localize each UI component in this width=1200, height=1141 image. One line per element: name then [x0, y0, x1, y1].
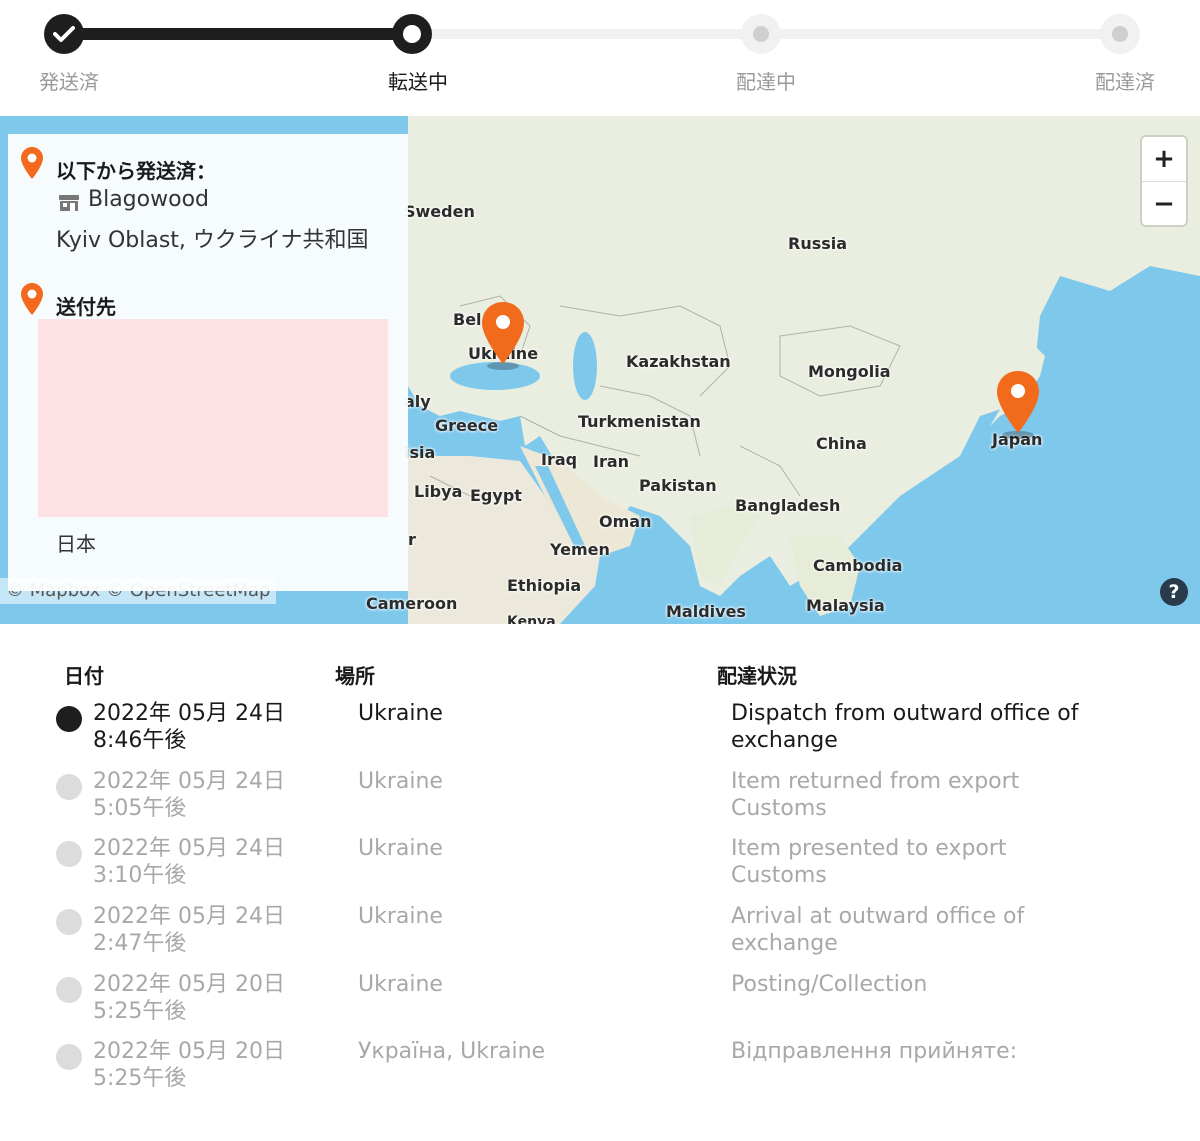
progress-track-fill: [64, 28, 412, 40]
timeline-dot: [56, 1044, 82, 1070]
timeline-dot: [56, 977, 82, 1003]
destination-location-pin-icon[interactable]: [995, 369, 1041, 439]
ship-from-heading: 以下から発送済：: [56, 159, 216, 183]
column-header-place: 場所: [335, 664, 375, 688]
step-label-in-transit: 転送中: [388, 70, 448, 94]
map-label-ethiopia: Ethiopia: [507, 576, 582, 595]
map-label-russia: Russia: [788, 234, 848, 253]
step-label-shipped: 発送済: [39, 70, 99, 94]
tracking-status: Відправлення прийняте:: [731, 1039, 1018, 1064]
step-delivered-dot: [1100, 14, 1140, 54]
timeline-dot: [56, 909, 82, 935]
step-in-transit-dot: [392, 14, 432, 54]
ship-to-heading: 送付先: [56, 295, 116, 319]
tracking-datetime: 2022年 05月 20日 5:25午後: [93, 972, 285, 1024]
map-label-china: China: [816, 434, 867, 453]
map-label-mongolia: Mongolia: [808, 362, 891, 381]
tracking-datetime: 2022年 05月 24日 3:10午後: [93, 836, 285, 888]
map-label-iraq: Iraq: [541, 450, 578, 469]
map-label-italy: aly: [404, 392, 431, 411]
zoom-out-button[interactable]: −: [1142, 181, 1186, 225]
map-label-turkmenistan: Turkmenistan: [578, 412, 701, 431]
tracking-place: Ukraine: [358, 836, 443, 861]
shipment-progress-stepper: 発送済 転送中 配達中 配達済: [0, 0, 1200, 116]
map-label-kenya: Kenya: [507, 614, 556, 624]
recipient-country: 日本: [56, 532, 96, 556]
map-label-kazakhstan: Kazakhstan: [626, 352, 731, 371]
column-header-date: 日付: [64, 664, 104, 688]
tracking-row: 2022年 05月 20日 5:25午後 Україна, Ukraine Від…: [0, 1038, 1200, 1104]
map-label-belarus: Bel: [453, 310, 482, 329]
sender-location-pin-icon: [21, 147, 43, 179]
map-label-oman: Oman: [599, 512, 652, 531]
tracking-datetime: 2022年 05月 24日 8:46午後: [93, 701, 285, 753]
tracking-history-table: 日付 場所 配達状況 2022年 05月 24日 8:46午後 Ukraine D…: [0, 624, 1200, 1141]
map-label-egypt: Egypt: [470, 486, 522, 505]
map-help-button[interactable]: ?: [1160, 578, 1188, 606]
timeline-dot: [56, 841, 82, 867]
map-label-greece: Greece: [435, 416, 499, 435]
recipient-location-pin-icon: [21, 283, 43, 315]
tracking-status: Dispatch from outward office of exchange: [731, 701, 1079, 753]
map-label-malaysia: Malaysia: [806, 596, 885, 615]
timeline-dot: [56, 774, 82, 800]
origin-location-pin-icon[interactable]: [480, 300, 526, 370]
sender-name: Blagowood: [88, 187, 209, 212]
step-out-for-delivery-dot: [741, 14, 781, 54]
map-label-niger: r: [408, 530, 416, 549]
map-label-tunisia: isia: [404, 443, 436, 462]
map-label-yemen: Yemen: [550, 540, 610, 559]
map-label-libya: Libya: [414, 482, 463, 501]
tracking-datetime: 2022年 05月 24日 2:47午後: [93, 904, 285, 956]
map-label-cambodia: Cambodia: [813, 556, 903, 575]
tracking-status: Posting/Collection: [731, 972, 928, 997]
map-label-sweden: Sweden: [404, 202, 475, 221]
tracking-row: 2022年 05月 24日 8:46午後 Ukraine Dispatch fro…: [0, 700, 1200, 766]
map-label-maldives: Maldives: [666, 602, 746, 621]
timeline-dot-active: [56, 706, 82, 732]
map-zoom-control: + −: [1142, 137, 1186, 225]
tracking-place: Ukraine: [358, 972, 443, 997]
tracking-place: Україна, Ukraine: [358, 1039, 546, 1064]
store-icon: [59, 195, 79, 211]
step-label-delivered: 配達済: [1095, 70, 1155, 94]
sender-region: Kyiv Oblast, ウクライナ共和国: [56, 228, 369, 253]
step-label-out-for-delivery: 配達中: [736, 70, 796, 94]
step-shipped-check-icon: [44, 14, 84, 54]
tracking-row: 2022年 05月 24日 3:10午後 Ukraine Item present…: [0, 835, 1200, 901]
tracking-place: Ukraine: [358, 769, 443, 794]
tracking-place: Ukraine: [358, 904, 443, 929]
map-label-iran: Iran: [593, 452, 630, 471]
tracking-status: Arrival at outward office of exchange: [731, 904, 1025, 956]
map-label-pakistan: Pakistan: [639, 476, 717, 495]
map-label-bangladesh: Bangladesh: [735, 496, 841, 515]
tracking-status: Item returned from export Customs: [731, 769, 1020, 821]
tracking-status: Item presented to export Customs: [731, 836, 1007, 888]
tracking-datetime: 2022年 05月 24日 5:05午後: [93, 769, 285, 821]
zoom-in-button[interactable]: +: [1142, 137, 1186, 181]
redacted-recipient-address: [38, 319, 388, 517]
column-header-status: 配達状況: [717, 664, 797, 688]
tracking-place: Ukraine: [358, 701, 443, 726]
address-info-panel: 以下から発送済： Blagowood Kyiv Oblast, ウクライナ共和国…: [8, 134, 408, 591]
tracking-row: 2022年 05月 24日 5:05午後 Ukraine Item returne…: [0, 768, 1200, 834]
tracking-datetime: 2022年 05月 20日 5:25午後: [93, 1039, 285, 1091]
tracking-row: 2022年 05月 24日 2:47午後 Ukraine Arrival at o…: [0, 903, 1200, 969]
tracking-row: 2022年 05月 20日 5:25午後 Ukraine Posting/Coll…: [0, 971, 1200, 1037]
map-label-cameroon: Cameroon: [366, 594, 458, 613]
